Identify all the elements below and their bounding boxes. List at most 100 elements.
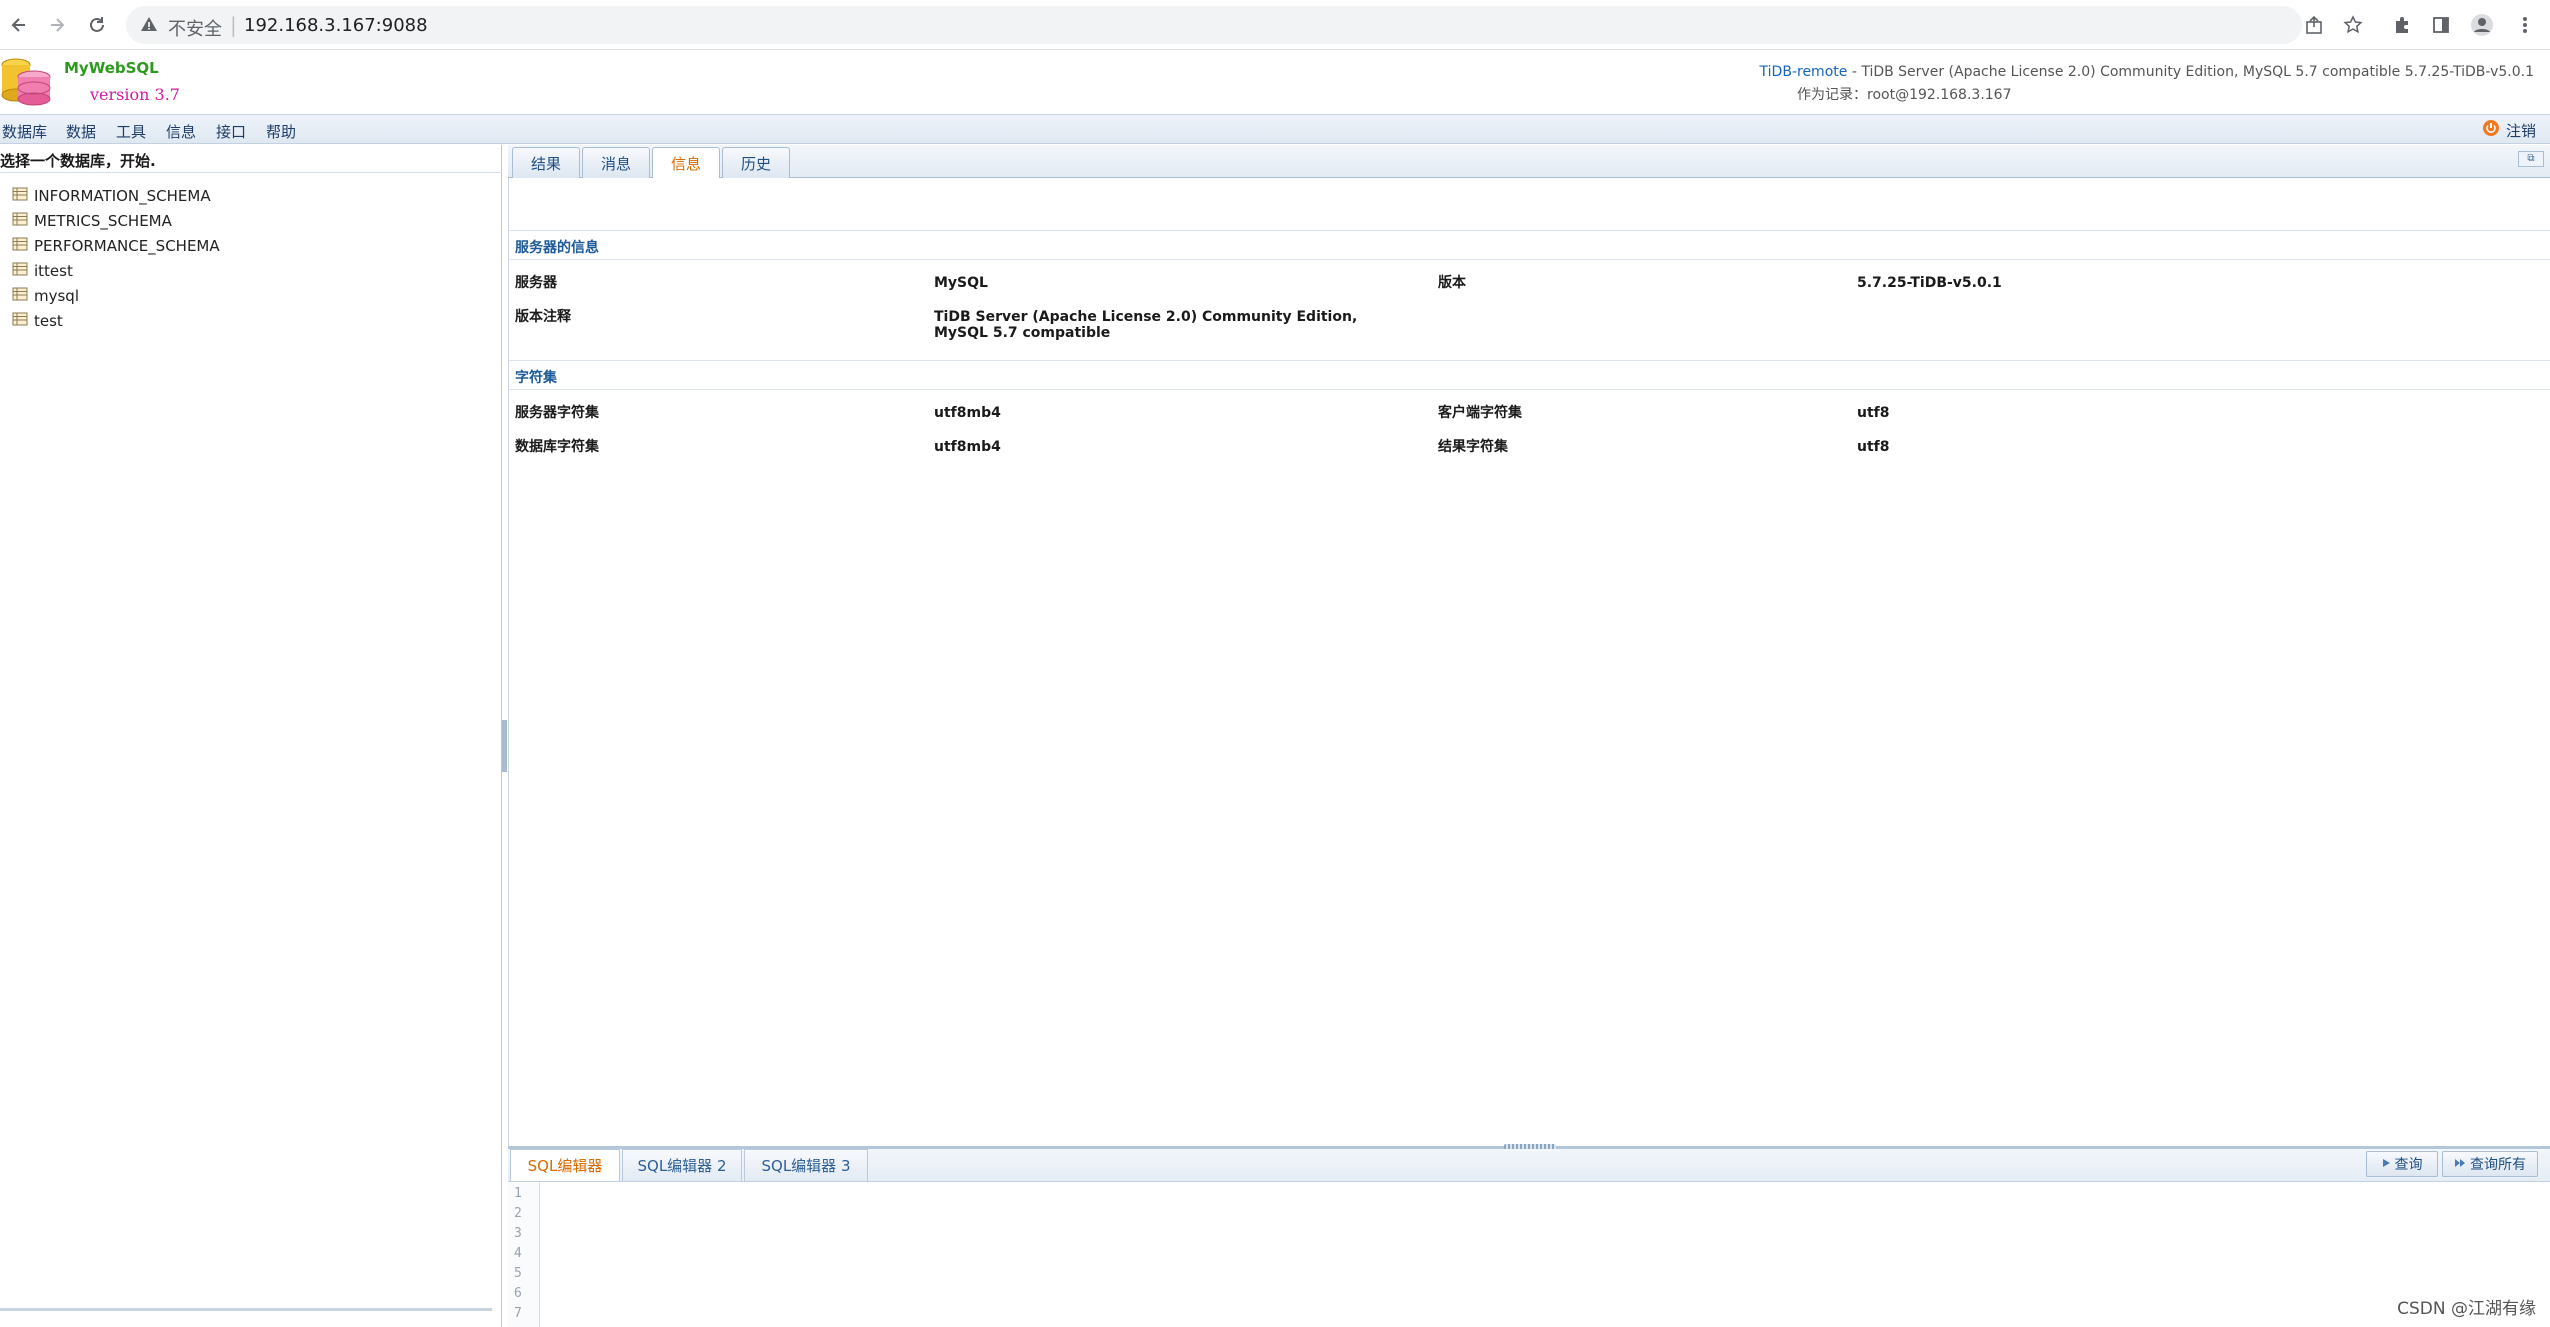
menu-tools[interactable]: 工具 xyxy=(116,121,146,142)
watermark: CSDN @江湖有缘 xyxy=(2397,1299,2536,1319)
bookmark-star-icon[interactable] xyxy=(2336,8,2370,42)
database-name: INFORMATION_SCHEMA xyxy=(34,186,211,205)
side-panel-icon[interactable] xyxy=(2424,8,2458,42)
browser-toolbar: 不安全 | 192.168.3.167:9088 xyxy=(0,0,2550,50)
database-item-information-schema[interactable]: INFORMATION_SCHEMA xyxy=(12,183,220,208)
extensions-puzzle-icon[interactable] xyxy=(2385,8,2419,42)
line-number: 4 xyxy=(514,1246,522,1261)
url-separator: | xyxy=(230,13,237,37)
power-icon xyxy=(2482,119,2500,141)
browser-menu-icon[interactable] xyxy=(2508,8,2542,42)
db-charset-label: 数据库字符集 xyxy=(515,439,599,455)
result-tab-strip: 结果 消息 信息 历史 ⧉ xyxy=(508,145,2550,179)
database-item-performance-schema[interactable]: PERFORMANCE_SCHEMA xyxy=(12,233,220,258)
database-name: PERFORMANCE_SCHEMA xyxy=(34,236,220,255)
database-name: ittest xyxy=(34,261,73,280)
database-icon xyxy=(12,262,28,280)
app-version: version 3.7 xyxy=(90,85,180,104)
connection-name-link[interactable]: TiDB-remote xyxy=(1760,64,1848,80)
result-charset-label: 结果字符集 xyxy=(1438,439,1508,455)
connection-info: TiDB-remote - TiDB Server (Apache Licens… xyxy=(1760,64,2534,80)
app-name: MyWebSQL xyxy=(64,59,159,77)
server-charset-label: 服务器字符集 xyxy=(515,405,599,421)
logout-button[interactable]: 注销 xyxy=(2482,119,2536,141)
warning-triangle-icon xyxy=(140,16,158,36)
line-number: 5 xyxy=(514,1266,522,1281)
tab-history[interactable]: 历史 xyxy=(722,147,790,178)
database-item-test[interactable]: test xyxy=(12,308,220,333)
url-text[interactable]: 192.168.3.167:9088 xyxy=(244,15,428,36)
logged-in-user: 作为记录：root@192.168.3.167 xyxy=(1797,87,2012,103)
back-arrow-icon[interactable] xyxy=(2,8,36,42)
connection-description: - TiDB Server (Apache License 2.0) Commu… xyxy=(1847,64,2534,80)
menu-info[interactable]: 信息 xyxy=(166,121,196,142)
line-number: 1 xyxy=(514,1186,522,1201)
tab-info[interactable]: 信息 xyxy=(652,147,720,179)
run-query-label: 查询 xyxy=(2394,1157,2423,1173)
left-panel-scrollbar[interactable] xyxy=(0,1308,492,1311)
menu-help[interactable]: 帮助 xyxy=(266,121,296,142)
tab-sql-editor-3[interactable]: SQL编辑器 3 xyxy=(744,1149,868,1181)
client-charset-label: 客户端字符集 xyxy=(1438,405,1522,421)
run-all-label: 查询所有 xyxy=(2470,1157,2526,1173)
divider xyxy=(509,230,2550,231)
client-charset-value: utf8 xyxy=(1857,405,1890,421)
database-name: test xyxy=(34,311,63,330)
forward-arrow-icon[interactable] xyxy=(40,8,74,42)
database-panel-title: 选择一个数据库，开始. xyxy=(0,145,502,173)
database-list: INFORMATION_SCHEMA METRICS_SCHEMA PERFOR… xyxy=(12,183,220,333)
divider xyxy=(509,389,2550,390)
database-item-metrics-schema[interactable]: METRICS_SCHEMA xyxy=(12,208,220,233)
database-item-ittest[interactable]: ittest xyxy=(12,258,220,283)
server-label: 服务器 xyxy=(515,275,557,291)
info-content: 服务器的信息 服务器 MySQL 版本 5.7.25-TiDB-v5.0.1 版… xyxy=(508,178,2550,1146)
menu-interface[interactable]: 接口 xyxy=(216,121,246,142)
database-icon xyxy=(12,312,28,330)
line-number: 7 xyxy=(514,1306,522,1321)
line-number: 2 xyxy=(514,1206,522,1221)
database-name: mysql xyxy=(34,286,79,305)
insecure-label: 不安全 xyxy=(168,19,222,40)
database-icon xyxy=(12,237,28,255)
tab-sql-editor-2[interactable]: SQL编辑器 2 xyxy=(622,1149,742,1181)
database-panel: 选择一个数据库，开始. INFORMATION_SCHEMA METRICS_S… xyxy=(0,145,502,1327)
line-number: 3 xyxy=(514,1226,522,1241)
result-charset-value: utf8 xyxy=(1857,439,1890,455)
divider xyxy=(509,259,2550,260)
server-value: MySQL xyxy=(934,275,988,291)
menu-bar: 数据库 数据 工具 信息 接口 帮助 注销 xyxy=(0,114,2550,144)
database-item-mysql[interactable]: mysql xyxy=(12,283,220,308)
version-comment-label: 版本注释 xyxy=(515,309,571,325)
play-all-icon xyxy=(2454,1156,2466,1172)
restore-panel-icon[interactable]: ⧉ xyxy=(2518,151,2544,167)
tab-results[interactable]: 结果 xyxy=(512,147,580,178)
divider xyxy=(509,360,2550,361)
tab-sql-editor-1[interactable]: SQL编辑器 xyxy=(510,1149,620,1181)
database-logo-icon xyxy=(0,55,56,113)
run-all-button[interactable]: 查询所有 xyxy=(2442,1151,2538,1177)
line-number-gutter: 1 2 3 4 5 6 7 xyxy=(508,1182,540,1327)
database-name: METRICS_SCHEMA xyxy=(34,211,172,230)
line-number: 6 xyxy=(514,1286,522,1301)
database-icon xyxy=(12,212,28,230)
sql-editor[interactable]: 1 2 3 4 5 6 7 CSDN @江湖有缘 xyxy=(508,1182,2550,1327)
server-charset-value: utf8mb4 xyxy=(934,405,1001,421)
profile-avatar-icon[interactable] xyxy=(2465,8,2499,42)
reload-icon[interactable] xyxy=(80,8,114,42)
version-label: 版本 xyxy=(1438,275,1466,291)
run-query-button[interactable]: 查询 xyxy=(2366,1151,2438,1177)
share-icon[interactable] xyxy=(2297,8,2331,42)
vertical-splitter-handle[interactable] xyxy=(502,720,507,772)
db-charset-value: utf8mb4 xyxy=(934,439,1001,455)
version-comment-value: TiDB Server (Apache License 2.0) Communi… xyxy=(934,309,1358,341)
server-info-heading: 服务器的信息 xyxy=(515,240,599,256)
address-bar[interactable]: 不安全 | 192.168.3.167:9088 xyxy=(126,6,2302,44)
charset-heading: 字符集 xyxy=(515,370,557,386)
menu-database[interactable]: 数据库 xyxy=(2,121,47,142)
version-value: 5.7.25-TiDB-v5.0.1 xyxy=(1857,275,2002,291)
tab-messages[interactable]: 消息 xyxy=(582,147,650,178)
menu-data[interactable]: 数据 xyxy=(66,121,96,142)
play-icon xyxy=(2382,1156,2391,1172)
app-header: MyWebSQL version 3.7 TiDB-remote - TiDB … xyxy=(0,51,2550,113)
logout-label: 注销 xyxy=(2505,121,2536,140)
